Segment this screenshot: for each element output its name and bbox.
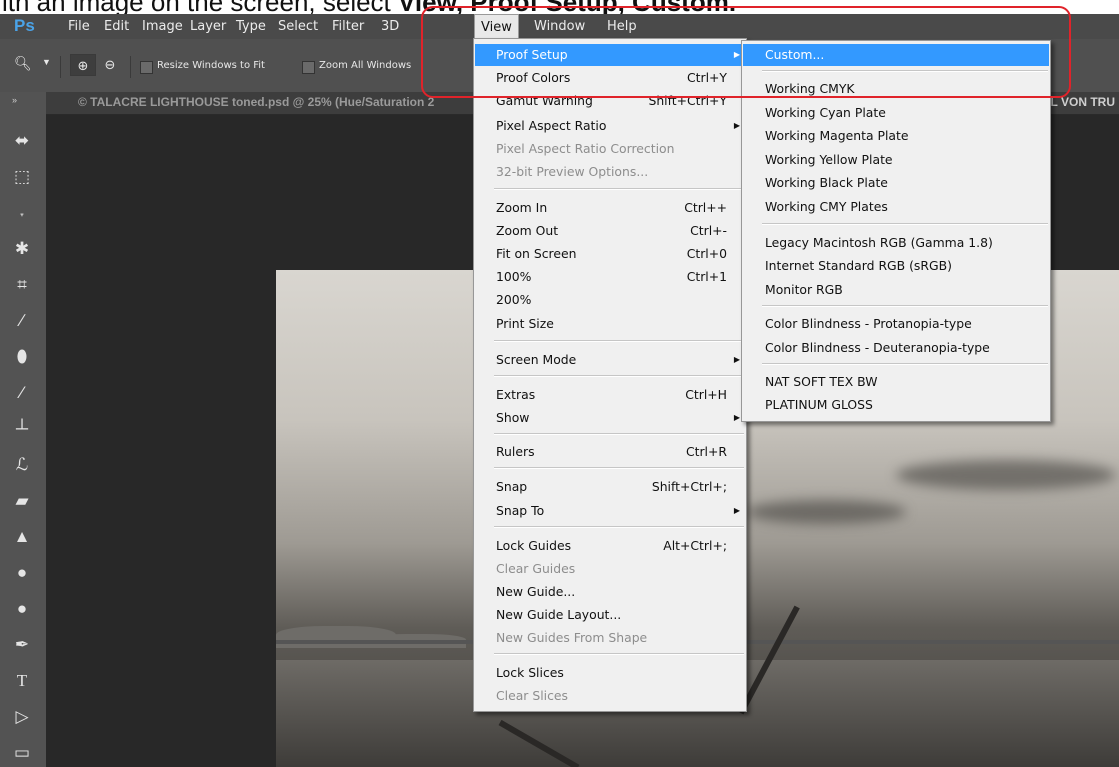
menu-item-lock-slices[interactable]: Lock Slices	[475, 662, 745, 684]
dodge-tool-icon[interactable]: ●	[10, 598, 34, 620]
menu-file[interactable]: File	[68, 19, 90, 34]
menu-item-zoom-in[interactable]: Zoom In Ctrl++	[475, 197, 745, 219]
menu-item-pixel-aspect-ratio-correction[interactable]: Pixel Aspect Ratio Correction	[475, 138, 745, 160]
brush-tool-icon[interactable]: ⁄	[10, 382, 34, 404]
collapse-arrows-icon[interactable]: »	[12, 95, 17, 105]
menu-item-platinum-gloss[interactable]: PLATINUM GLOSS	[743, 394, 1049, 416]
tools-panel: » ⬌ ⬚ ˕ ✱ ⌗ ∕ ⬮ ⁄ ┴ ℒ ▰ ▲ ● ● ✒ T ▷ ▭	[0, 92, 47, 767]
menu-item-working-cmy-plates[interactable]: Working CMY Plates	[743, 196, 1049, 218]
menu-item-fit-on-screen[interactable]: Fit on Screen Ctrl+0	[475, 243, 745, 265]
chevron-down-icon[interactable]: ▼	[42, 57, 51, 67]
divider	[60, 56, 61, 78]
menu-item-new-guide-layout[interactable]: New Guide Layout...	[475, 604, 745, 626]
highlight-callout	[421, 6, 1071, 98]
menu-item-zoom-out[interactable]: Zoom Out Ctrl+-	[475, 220, 745, 242]
menu-divider	[494, 433, 744, 435]
type-tool-icon[interactable]: T	[10, 670, 34, 692]
menu-item-color-blindness-deuteranopia[interactable]: Color Blindness - Deuteranopia-type	[743, 337, 1049, 359]
submenu-arrow-icon: ▶	[733, 355, 740, 364]
document-title: © TALACRE LIGHTHOUSE toned.psd @ 25% (Hu…	[78, 95, 435, 109]
menu-divider	[762, 363, 1048, 365]
menu-select[interactable]: Select	[278, 19, 318, 34]
menu-item-internet-standard-rgb[interactable]: Internet Standard RGB (sRGB)	[743, 255, 1049, 277]
menu-type[interactable]: Type	[236, 19, 266, 34]
history-brush-tool-icon[interactable]: ℒ	[10, 454, 34, 476]
menu-item-extras[interactable]: Extras Ctrl+H	[475, 384, 745, 406]
menu-item-legacy-macintosh-rgb[interactable]: Legacy Macintosh RGB (Gamma 1.8)	[743, 232, 1049, 254]
menu-divider	[762, 305, 1048, 307]
zoom-out-mode-button[interactable]: ⊖	[97, 54, 123, 76]
menu-edit[interactable]: Edit	[104, 19, 129, 34]
menu-item-color-blindness-protanopia[interactable]: Color Blindness - Protanopia-type	[743, 313, 1049, 335]
menu-item-snap-to[interactable]: Snap To ▶	[475, 500, 745, 522]
menu-item-working-yellow-plate[interactable]: Working Yellow Plate	[743, 149, 1049, 171]
menu-item-working-magenta-plate[interactable]: Working Magenta Plate	[743, 125, 1049, 147]
pen-tool-icon[interactable]: ✒	[10, 634, 34, 656]
resize-windows-checkbox[interactable]	[140, 61, 153, 74]
submenu-arrow-icon: ▶	[733, 413, 740, 422]
menu-item-print-size[interactable]: Print Size	[475, 313, 745, 335]
divider	[130, 56, 131, 78]
menu-item-clear-slices[interactable]: Clear Slices	[475, 685, 745, 707]
resize-windows-label: Resize Windows to Fit	[157, 60, 265, 71]
menu-item-pixel-aspect-ratio[interactable]: Pixel Aspect Ratio ▶	[475, 115, 745, 137]
photoshop-logo: Ps	[14, 16, 35, 35]
view-menu-dropdown: Proof Setup ▶ Proof Colors Ctrl+Y Gamut Wa…	[473, 38, 747, 712]
crop-tool-icon[interactable]: ⌗	[10, 274, 34, 296]
cloud	[896, 460, 1116, 490]
cloud	[746, 500, 906, 524]
menu-divider	[762, 223, 1048, 225]
zoom-all-windows-label: Zoom All Windows	[319, 60, 412, 71]
menu-item-snap[interactable]: Snap Shift+Ctrl+;	[475, 476, 745, 498]
menu-3d[interactable]: 3D	[381, 19, 399, 34]
menu-item-screen-mode[interactable]: Screen Mode ▶	[475, 349, 745, 371]
menu-item-rulers[interactable]: Rulers Ctrl+R	[475, 441, 745, 463]
marquee-tool-icon[interactable]: ⬚	[10, 166, 34, 188]
eraser-tool-icon[interactable]: ▰	[10, 490, 34, 512]
blur-tool-icon[interactable]: ●	[10, 562, 34, 584]
paint-bucket-tool-icon[interactable]: ▲	[10, 526, 34, 548]
menu-filter[interactable]: Filter	[332, 19, 364, 34]
menu-layer[interactable]: Layer	[190, 19, 226, 34]
menu-item-monitor-rgb[interactable]: Monitor RGB	[743, 279, 1049, 301]
menu-divider	[494, 340, 744, 342]
menu-divider	[494, 375, 744, 377]
submenu-arrow-icon: ▶	[733, 121, 740, 130]
menu-item-working-black-plate[interactable]: Working Black Plate	[743, 172, 1049, 194]
menu-item-nat-soft-tex-bw[interactable]: NAT SOFT TEX BW	[743, 371, 1049, 393]
menu-divider	[494, 467, 744, 469]
menu-divider	[494, 188, 744, 190]
menu-item-lock-guides[interactable]: Lock Guides Alt+Ctrl+;	[475, 535, 745, 557]
menu-item-show[interactable]: Show ▶	[475, 407, 745, 429]
menu-item-new-guide[interactable]: New Guide...	[475, 581, 745, 603]
menu-item-working-cyan-plate[interactable]: Working Cyan Plate	[743, 102, 1049, 124]
menu-image[interactable]: Image	[142, 19, 183, 34]
eyedropper-tool-icon[interactable]: ∕	[10, 310, 34, 332]
menu-divider	[494, 526, 744, 528]
magic-wand-tool-icon[interactable]: ✱	[10, 238, 34, 260]
menu-item-new-guides-from-shape[interactable]: New Guides From Shape	[475, 627, 745, 649]
submenu-arrow-icon: ▶	[733, 506, 740, 515]
menu-item-32bit-preview[interactable]: 32-bit Preview Options...	[475, 161, 745, 183]
menu-divider	[494, 653, 744, 655]
zoom-tool-preset-icon[interactable]: 🔍︎	[14, 55, 32, 72]
lasso-tool-icon[interactable]: ˕	[10, 202, 34, 224]
path-selection-tool-icon[interactable]: ▷	[10, 706, 34, 728]
zoom-in-mode-button[interactable]: ⊕	[70, 54, 96, 76]
menu-item-clear-guides[interactable]: Clear Guides	[475, 558, 745, 580]
healing-brush-tool-icon[interactable]: ⬮	[10, 346, 34, 368]
move-tool-icon[interactable]: ⬌	[10, 130, 34, 152]
menu-item-100-percent[interactable]: 100% Ctrl+1	[475, 266, 745, 288]
rectangle-tool-icon[interactable]: ▭	[10, 742, 34, 764]
clone-stamp-tool-icon[interactable]: ┴	[10, 418, 34, 440]
zoom-all-windows-checkbox[interactable]	[302, 61, 315, 74]
menu-item-200-percent[interactable]: 200%	[475, 289, 745, 311]
